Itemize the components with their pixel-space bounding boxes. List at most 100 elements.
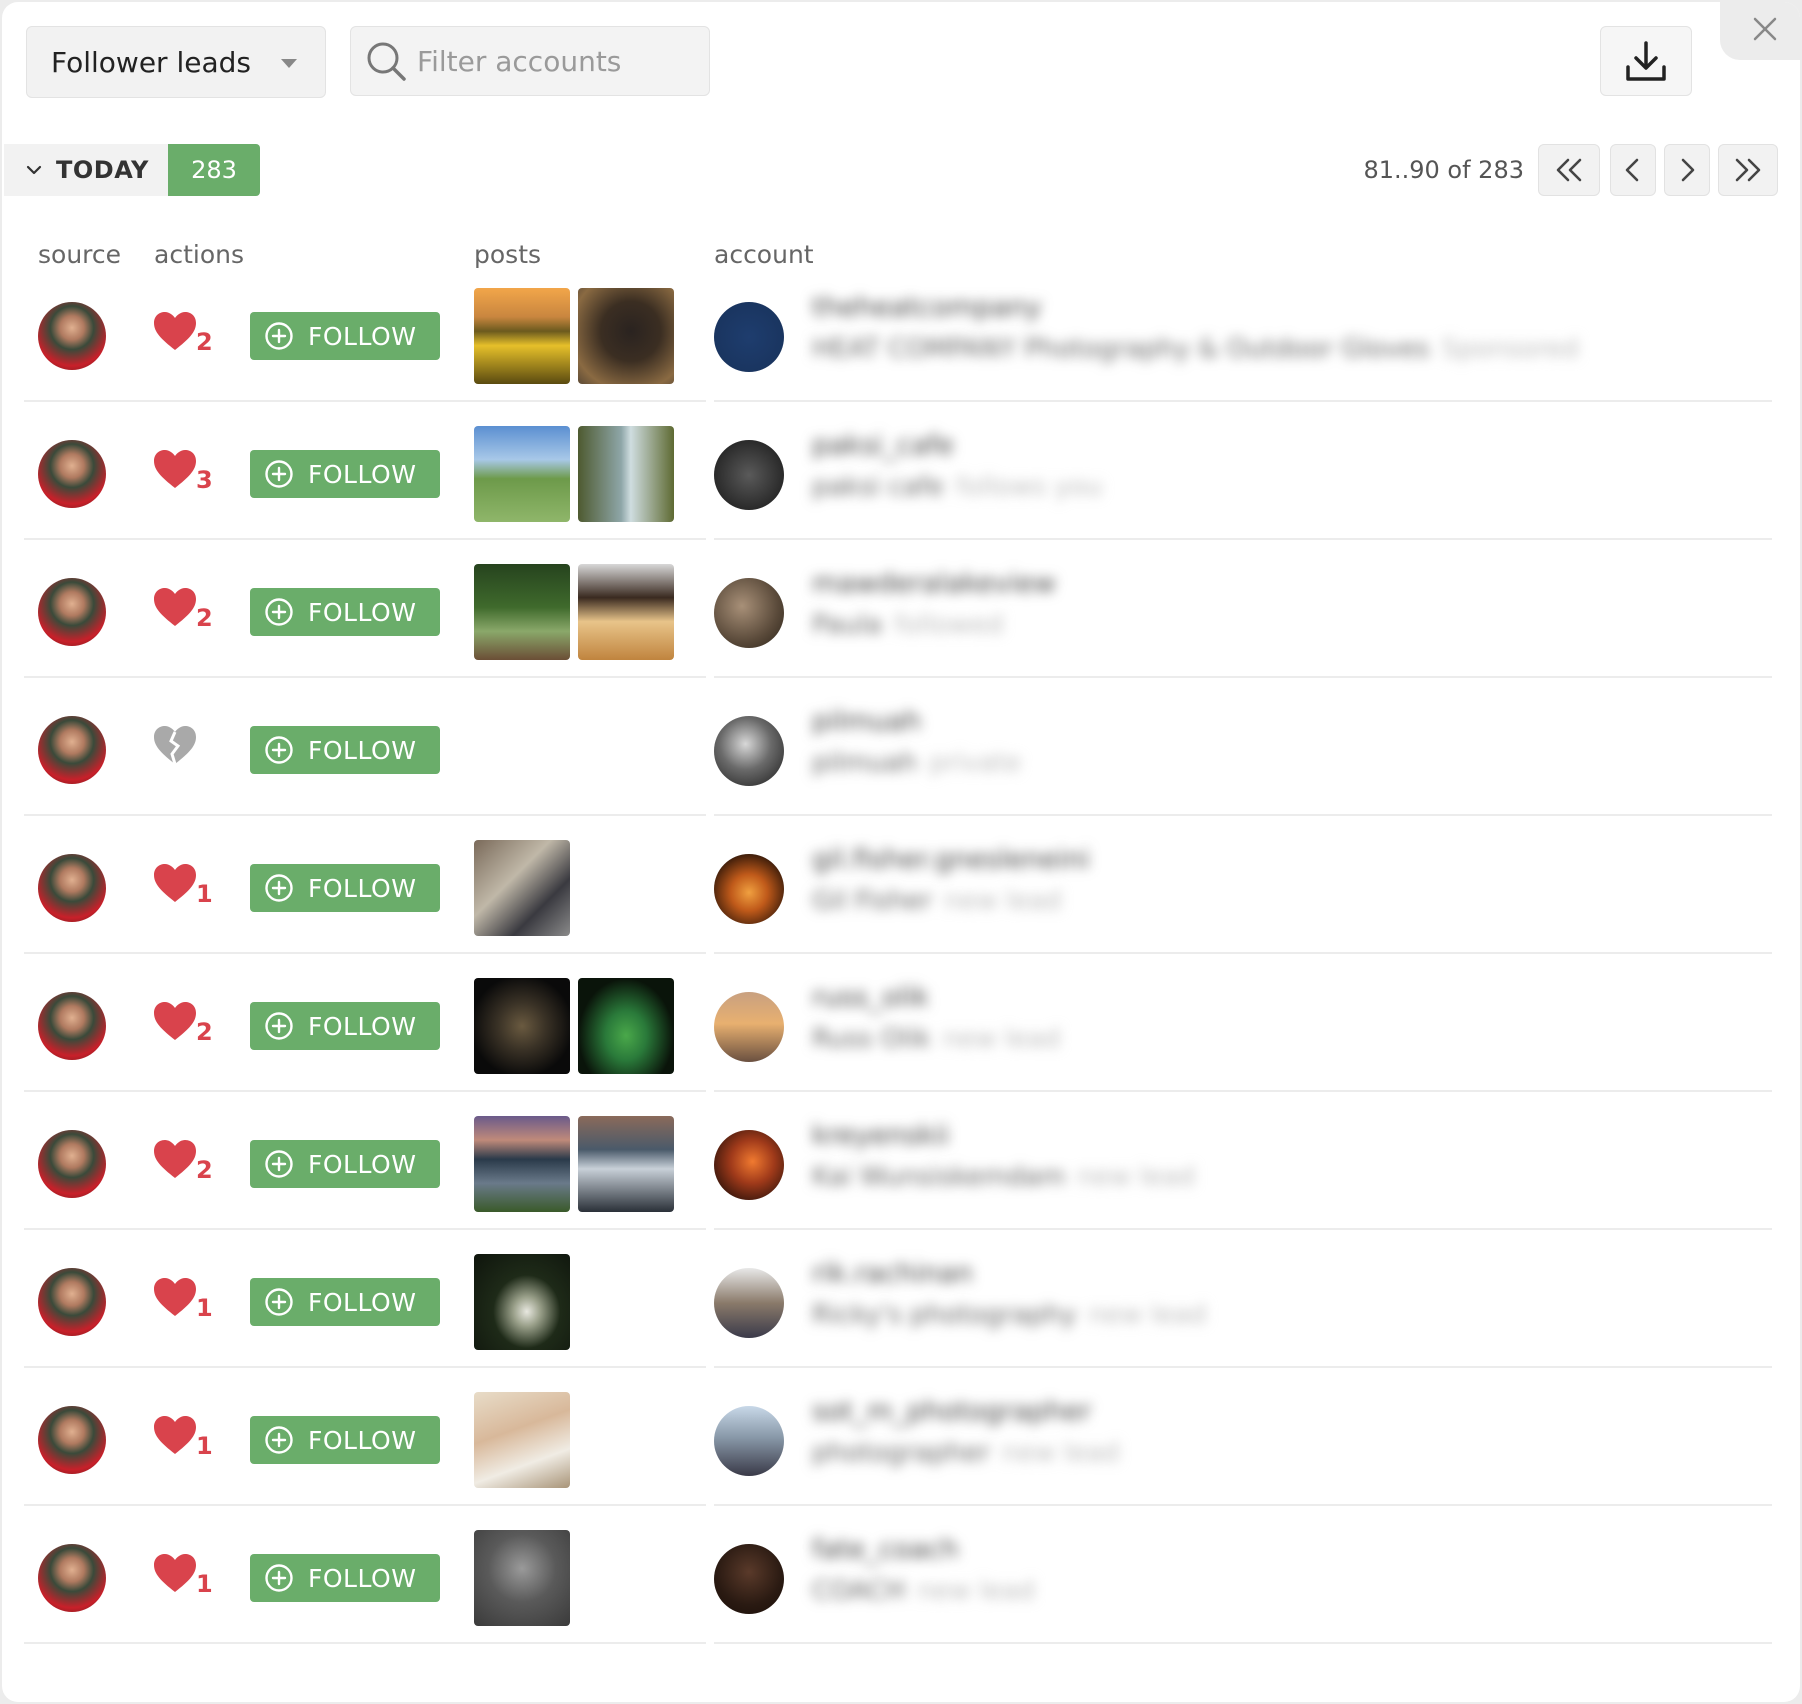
heart-icon: [154, 1278, 196, 1316]
post-thumbnail-garden-plants[interactable]: [474, 564, 570, 660]
post-thumbnail-frog-closeup[interactable]: [474, 978, 570, 1074]
search-input[interactable]: [417, 44, 697, 78]
account-display-name: Gil Fisher: [812, 886, 932, 916]
list-selector-dropdown[interactable]: Follower leads: [26, 26, 326, 98]
source-avatar[interactable]: [38, 1268, 106, 1336]
account-display-name: Kai Wunsiskemdam: [812, 1162, 1066, 1192]
follow-label: FOLLOW: [308, 1011, 417, 1041]
account-avatar[interactable]: [714, 1130, 784, 1200]
follow-label: FOLLOW: [308, 597, 417, 627]
account-avatar[interactable]: [714, 1268, 784, 1338]
account-avatar[interactable]: [714, 716, 784, 786]
follow-label: FOLLOW: [308, 321, 417, 351]
follow-button[interactable]: FOLLOW: [250, 1416, 440, 1464]
account-username[interactable]: gil.fisher.gnesleneini: [812, 844, 1090, 875]
search-box[interactable]: [350, 26, 710, 96]
lead-row: 1 FOLLOW rik.rachinan Ricky's photography ne…: [2, 1230, 1800, 1368]
list-selector-label: Follower leads: [51, 45, 251, 79]
close-button[interactable]: [1720, 2, 1800, 60]
post-thumbnail-couple-portrait[interactable]: [474, 1392, 570, 1488]
source-avatar[interactable]: [38, 578, 106, 646]
section-toggle[interactable]: TODAY: [4, 144, 168, 196]
plus-circle-icon: [265, 1150, 293, 1178]
chevron-right-icon: [1681, 158, 1695, 182]
source-avatar[interactable]: [38, 1130, 106, 1198]
plus-circle-icon: [265, 736, 293, 764]
post-thumbnail-gloved-hand[interactable]: [578, 288, 674, 384]
source-avatar[interactable]: [38, 302, 106, 370]
follow-label: FOLLOW: [308, 1563, 417, 1593]
chevron-down-icon: [26, 165, 42, 175]
post-thumbnail-lakeside-dock[interactable]: [474, 426, 570, 522]
account-username[interactable]: mawderalakeview: [812, 568, 1056, 599]
post-thumbnail-green-snake[interactable]: [578, 978, 674, 1074]
source-avatar[interactable]: [38, 854, 106, 922]
broken-heart-icon: [154, 726, 196, 765]
plus-circle-icon: [265, 1564, 293, 1592]
follow-button[interactable]: FOLLOW: [250, 312, 440, 360]
source-avatar[interactable]: [38, 992, 106, 1060]
account-extra-info: follows you: [955, 472, 1103, 502]
heart-icon: [154, 1002, 196, 1040]
double-chevron-left-icon: [1556, 158, 1582, 182]
download-button[interactable]: [1600, 26, 1692, 96]
post-thumbnail-mono-portrait[interactable]: [474, 1530, 570, 1626]
account-meta: Russ Olik new lead: [812, 1024, 1060, 1054]
plus-circle-icon: [265, 1012, 293, 1040]
post-thumbnail-bride-in-forest[interactable]: [474, 1254, 570, 1350]
account-username[interactable]: russ_olik: [812, 982, 929, 1013]
account-avatar[interactable]: [714, 992, 784, 1062]
follow-button[interactable]: FOLLOW: [250, 588, 440, 636]
account-meta: paksi cafe follows you: [812, 472, 1102, 502]
post-thumbnail-coffee-and-toast[interactable]: [578, 564, 674, 660]
heart-icon: [154, 312, 196, 350]
account-username[interactable]: rik.rachinan: [812, 1258, 973, 1289]
follow-button[interactable]: FOLLOW: [250, 1002, 440, 1050]
post-thumbnail-forest-stream[interactable]: [578, 426, 674, 522]
heart-icon: [154, 1416, 196, 1454]
plus-circle-icon: [265, 1426, 293, 1454]
account-avatar[interactable]: [714, 854, 784, 924]
account-avatar[interactable]: [714, 1544, 784, 1614]
pagination-range: 81..90 of 283: [1363, 156, 1524, 184]
account-username[interactable]: fate_coach: [812, 1534, 959, 1565]
account-username[interactable]: paksi_cafe: [812, 430, 954, 461]
account-avatar[interactable]: [714, 302, 784, 372]
account-avatar[interactable]: [714, 440, 784, 510]
post-thumbnail-iceberg-lagoon[interactable]: [578, 1116, 674, 1212]
account-display-name: Paula: [812, 610, 883, 640]
account-username[interactable]: kreyenskii: [812, 1120, 949, 1151]
plus-circle-icon: [265, 460, 293, 488]
account-username[interactable]: pilmuah: [812, 706, 921, 737]
last-page-button[interactable]: [1718, 144, 1778, 196]
follow-button[interactable]: FOLLOW: [250, 450, 440, 498]
follow-label: FOLLOW: [308, 1149, 417, 1179]
source-avatar[interactable]: [38, 1544, 106, 1612]
follow-button[interactable]: FOLLOW: [250, 726, 440, 774]
lead-row: 3 FOLLOW paksi_cafepaksi cafe follows you: [2, 402, 1800, 540]
account-username[interactable]: theheatcompany: [812, 292, 1042, 323]
next-page-button[interactable]: [1664, 144, 1710, 196]
post-thumbnail-people-at-work[interactable]: [474, 840, 570, 936]
plus-circle-icon: [265, 874, 293, 902]
like-count: 3: [196, 466, 213, 494]
follow-button[interactable]: FOLLOW: [250, 1140, 440, 1188]
source-avatar[interactable]: [38, 716, 106, 784]
account-extra-info: new lead: [1077, 1162, 1195, 1192]
post-thumbnail-sunflower-field[interactable]: [474, 288, 570, 384]
account-avatar[interactable]: [714, 1406, 784, 1476]
follow-button[interactable]: FOLLOW: [250, 1278, 440, 1326]
account-username[interactable]: sot_m_photographer: [812, 1396, 1091, 1427]
post-thumbnail-mountain-lake[interactable]: [474, 1116, 570, 1212]
account-extra-info: private: [929, 748, 1022, 778]
section-header-today[interactable]: TODAY 283: [4, 144, 260, 196]
source-avatar[interactable]: [38, 440, 106, 508]
source-avatar[interactable]: [38, 1406, 106, 1474]
follow-button[interactable]: FOLLOW: [250, 864, 440, 912]
previous-page-button[interactable]: [1610, 144, 1656, 196]
lead-row: 2 FOLLOW mawderalakeview Paula followed: [2, 540, 1800, 678]
account-avatar[interactable]: [714, 578, 784, 648]
follow-button[interactable]: FOLLOW: [250, 1554, 440, 1602]
account-meta: COACH new lead: [812, 1576, 1035, 1606]
first-page-button[interactable]: [1538, 144, 1600, 196]
